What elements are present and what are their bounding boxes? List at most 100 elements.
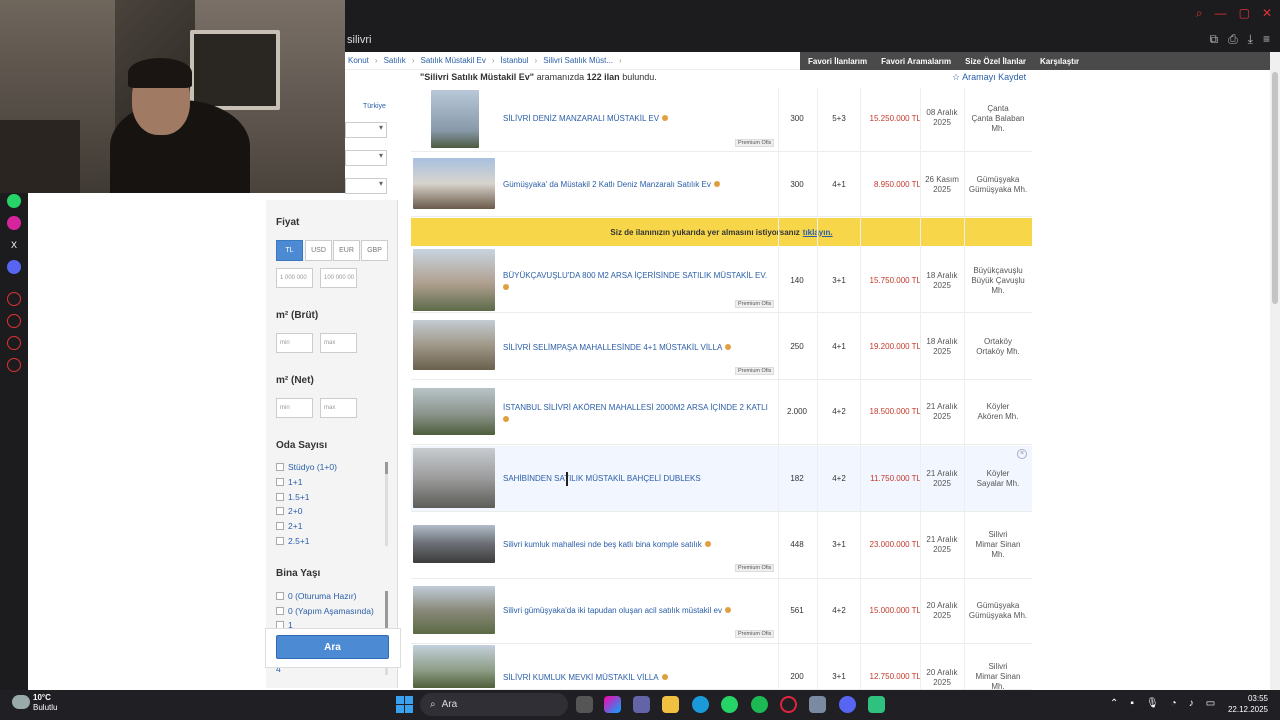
room-option[interactable]: 2+1 xyxy=(276,521,302,531)
menu-icon[interactable]: ≡ xyxy=(1263,32,1270,47)
checkbox[interactable] xyxy=(276,592,284,600)
price-min-input[interactable]: 1 000 000 xyxy=(276,268,313,288)
listing-thumbnail[interactable] xyxy=(413,320,495,370)
download-icon[interactable]: ⤓ xyxy=(1248,32,1253,47)
spotify-icon[interactable] xyxy=(751,696,768,713)
currency-usd-button[interactable]: USD xyxy=(305,240,332,261)
player-icon[interactable] xyxy=(7,292,21,306)
room-option[interactable]: 2.5+1 xyxy=(276,536,310,546)
edge-icon[interactable] xyxy=(692,696,709,713)
address-bar-text[interactable]: silivri xyxy=(347,34,371,46)
listing-thumbnail[interactable] xyxy=(413,388,495,435)
currency-tl-button[interactable]: TL xyxy=(276,240,303,261)
listing-row[interactable]: SİLİVRİ KUMLUK MEVKİ MÜSTAKİL VİLLA 200 … xyxy=(411,645,1032,691)
listing-thumbnail[interactable] xyxy=(413,249,495,311)
listing-thumbnail[interactable] xyxy=(413,525,495,563)
discord-icon[interactable] xyxy=(839,696,856,713)
room-list-scrollbar[interactable] xyxy=(385,462,388,546)
age-option[interactable]: 0 (Oturuma Hazır) xyxy=(276,591,357,601)
taskbar-search[interactable]: ⌕ Ara xyxy=(420,693,568,716)
file-explorer-icon[interactable] xyxy=(662,696,679,713)
chat-icon[interactable] xyxy=(7,336,21,350)
extensions-icon[interactable]: ⧉ xyxy=(1209,32,1218,47)
listing-thumbnail[interactable] xyxy=(413,645,495,688)
app-icon[interactable] xyxy=(809,696,826,713)
listing-row[interactable]: Silivri kumluk mahallesi nde beş katlı b… xyxy=(411,513,1032,579)
favorite-searches-link[interactable]: Favori Aramalarım xyxy=(881,57,951,66)
room-option[interactable]: 1.5+1 xyxy=(276,492,310,502)
listing-thumbnail[interactable] xyxy=(413,448,495,508)
room-option[interactable]: 1+1 xyxy=(276,477,302,487)
discord-icon[interactable] xyxy=(7,260,21,274)
x-icon[interactable]: X xyxy=(7,238,21,252)
copilot-icon[interactable] xyxy=(604,696,621,713)
whatsapp-icon[interactable] xyxy=(7,194,21,208)
search-icon[interactable]: ⌕ xyxy=(1196,6,1203,21)
listing-row[interactable]: SİLİVRİ SELİMPAŞA MAHALLESİNDE 4+1 MÜSTA… xyxy=(411,314,1032,380)
breadcrumb-item[interactable]: Satılık Müstakil Ev xyxy=(420,56,485,65)
teams-icon[interactable] xyxy=(633,696,650,713)
listing-row[interactable]: Gümüşyaka' da Müstakil 2 Katlı Deniz Man… xyxy=(411,153,1032,217)
room-option[interactable]: Stüdyo (1+0) xyxy=(276,462,337,472)
clock[interactable]: 03:55 22.12.2025 xyxy=(1214,693,1268,715)
favorite-listings-link[interactable]: Favori İlanlarım xyxy=(808,57,867,66)
weather-icon[interactable] xyxy=(12,695,30,709)
whatsapp-icon[interactable] xyxy=(721,696,738,713)
m2-net-min-input[interactable]: min xyxy=(276,398,313,418)
listing-title[interactable]: BÜYÜKÇAVUŞLU'DA 800 M2 ARSA İÇERİSİNDE S… xyxy=(503,270,783,294)
task-view-icon[interactable] xyxy=(576,696,593,713)
listing-title[interactable]: SAHİBİNDEN SATILIK MÜSTAKİL BAHÇELİ DUBL… xyxy=(503,473,783,485)
listing-row[interactable]: Silivri gümüşyaka'da iki tapudan oluşan … xyxy=(411,580,1032,644)
close-icon[interactable]: × xyxy=(1017,449,1027,459)
save-search-link[interactable]: ☆ Aramayı Kaydet xyxy=(952,72,1026,83)
settings-icon[interactable] xyxy=(7,358,21,372)
listing-row[interactable]: SİLİVRİ DENİZ MANZARALI MÜSTAKİL EV Prem… xyxy=(411,88,1032,152)
instagram-icon[interactable] xyxy=(7,216,21,230)
history-icon[interactable] xyxy=(7,314,21,328)
listing-title[interactable]: SİLİVRİ KUMLUK MEVKİ MÜSTAKİL VİLLA xyxy=(503,672,783,684)
wifi-icon[interactable]: ◔ xyxy=(1171,698,1177,709)
compare-link[interactable]: Karşılaştır xyxy=(1040,57,1079,66)
special-listings-link[interactable]: Size Özel İlanlar xyxy=(965,57,1026,66)
chevron-up-icon[interactable]: ⌃ xyxy=(1110,698,1118,709)
listing-title[interactable]: SİLİVRİ SELİMPAŞA MAHALLESİNDE 4+1 MÜSTA… xyxy=(503,342,783,354)
age-option[interactable]: 0 (Yapım Aşamasında) xyxy=(276,606,374,616)
breadcrumb-item[interactable]: Satılık xyxy=(384,56,406,65)
listing-thumbnail[interactable] xyxy=(413,586,495,634)
currency-eur-button[interactable]: EUR xyxy=(333,240,360,261)
app-tray-icon[interactable]: ▪ xyxy=(1130,698,1134,709)
app-icon[interactable] xyxy=(868,696,885,713)
m2-gross-max-input[interactable]: max xyxy=(320,333,357,353)
district-select[interactable]: ▾ xyxy=(345,150,387,166)
currency-gbp-button[interactable]: GBP xyxy=(361,240,388,261)
room-option[interactable]: 2+0 xyxy=(276,506,302,516)
listing-title[interactable]: İSTANBUL SİLİVRİ AKÖREN MAHALLESİ 2000M2… xyxy=(503,402,783,426)
volume-icon[interactable]: ♪ xyxy=(1189,698,1194,709)
listing-title[interactable]: Silivri kumluk mahallesi nde beş katlı b… xyxy=(503,539,783,551)
listing-thumbnail[interactable] xyxy=(413,158,495,209)
breadcrumb-item[interactable]: Silivri Satılık Müst... xyxy=(543,56,613,65)
listing-title[interactable]: Silivri gümüşyaka'da iki tapudan oluşan … xyxy=(503,605,793,617)
listing-row[interactable]: İSTANBUL SİLİVRİ AKÖREN MAHALLESİ 2000M2… xyxy=(411,381,1032,445)
listing-row[interactable]: BÜYÜKÇAVUŞLU'DA 800 M2 ARSA İÇERİSİNDE S… xyxy=(411,247,1032,313)
listing-title[interactable]: SİLİVRİ DENİZ MANZARALI MÜSTAKİL EV xyxy=(503,113,783,125)
checkbox[interactable] xyxy=(276,493,284,501)
checkbox[interactable] xyxy=(276,478,284,486)
listing-thumbnail[interactable] xyxy=(431,90,479,148)
close-icon[interactable]: ✕ xyxy=(1262,6,1272,21)
checkbox[interactable] xyxy=(276,607,284,615)
neighborhood-select[interactable]: ▾ xyxy=(345,178,387,194)
breadcrumb-item[interactable]: İstanbul xyxy=(501,56,529,65)
screenshot-icon[interactable]: ⎙ xyxy=(1228,32,1238,47)
mic-icon[interactable]: 🎙︎ xyxy=(1146,698,1159,709)
listing-title[interactable]: Gümüşyaka' da Müstakil 2 Katlı Deniz Man… xyxy=(503,179,783,191)
breadcrumb-item[interactable]: Konut xyxy=(348,56,369,65)
city-select[interactable]: ▾ xyxy=(345,122,387,138)
m2-net-max-input[interactable]: max xyxy=(320,398,357,418)
listing-row[interactable]: SAHİBİNDEN SATILIK MÜSTAKİL BAHÇELİ DUBL… xyxy=(411,446,1032,512)
scrollbar-thumb[interactable] xyxy=(1272,72,1278,304)
checkbox[interactable] xyxy=(276,537,284,545)
checkbox[interactable] xyxy=(276,463,284,471)
price-max-input[interactable]: 100 000 00 xyxy=(320,268,357,288)
search-button[interactable]: Ara xyxy=(276,635,389,659)
